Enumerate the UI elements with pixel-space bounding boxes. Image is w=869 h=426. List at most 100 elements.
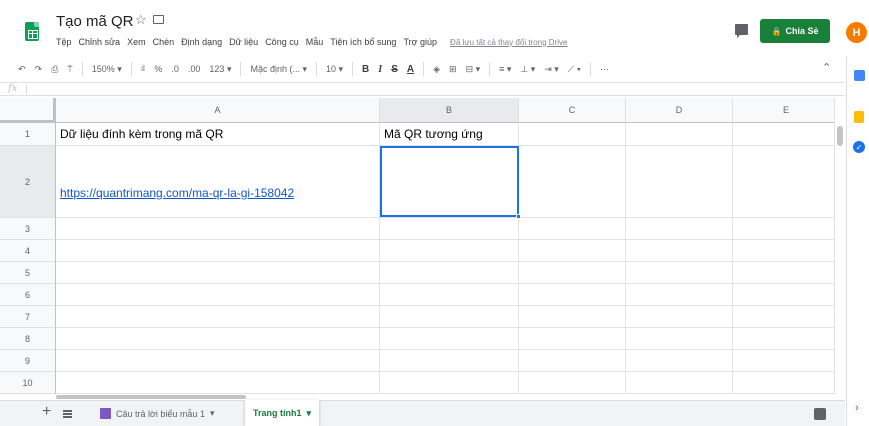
cell-row[interactable] xyxy=(733,328,834,350)
menu-file[interactable]: Tệp xyxy=(56,37,72,47)
column-header-c[interactable]: C xyxy=(519,98,626,123)
cell-row[interactable] xyxy=(626,306,733,328)
row-header-9[interactable]: 9 xyxy=(0,350,56,372)
cell-row[interactable] xyxy=(626,372,733,394)
sheet-tab-trang-tinh1[interactable]: Trang tính1 ▾ xyxy=(245,400,320,426)
cell-row[interactable] xyxy=(733,284,834,306)
cell-d2[interactable] xyxy=(626,146,733,218)
cell-row[interactable] xyxy=(519,372,626,394)
borders-icon[interactable]: ⊞ xyxy=(449,64,457,75)
avatar[interactable]: H xyxy=(846,22,867,43)
cell-row[interactable] xyxy=(519,218,626,240)
menu-view[interactable]: Xem xyxy=(127,37,146,47)
cell-row[interactable] xyxy=(519,284,626,306)
currency-format-button[interactable]: ₫ xyxy=(141,64,146,74)
cell-b1[interactable]: Mã QR tương ứng xyxy=(380,123,519,146)
cell-row[interactable] xyxy=(380,350,519,372)
share-button[interactable]: 🔒 Chia Sẻ xyxy=(760,19,830,43)
row-header-5[interactable]: 5 xyxy=(0,262,56,284)
column-header-b[interactable]: B xyxy=(380,98,519,123)
horizontal-align-icon[interactable]: ≡ ▾ xyxy=(499,64,511,75)
row-header-10[interactable]: 10 xyxy=(0,372,56,394)
cell-row[interactable] xyxy=(519,262,626,284)
vertical-scrollbar[interactable] xyxy=(834,98,845,394)
column-header-e[interactable]: E xyxy=(733,98,834,123)
column-header-a[interactable]: A xyxy=(56,98,380,123)
row-header-3[interactable]: 3 xyxy=(0,218,56,240)
cell-row[interactable] xyxy=(519,240,626,262)
zoom-select[interactable]: 150% ▾ xyxy=(92,64,122,75)
cell-a2-link[interactable]: https://quantrimang.com/ma-qr-la-gi-1580… xyxy=(56,146,380,218)
keep-icon[interactable] xyxy=(854,111,864,123)
cell-row[interactable] xyxy=(626,350,733,372)
cell-row[interactable] xyxy=(733,350,834,372)
cell-row[interactable] xyxy=(733,306,834,328)
horizontal-scroll-thumb[interactable] xyxy=(56,395,246,399)
font-size-select[interactable]: 10 ▾ xyxy=(326,64,343,75)
cell-row[interactable] xyxy=(56,262,380,284)
cell-row[interactable] xyxy=(626,262,733,284)
cell-row[interactable] xyxy=(380,284,519,306)
menu-insert[interactable]: Chèn xyxy=(153,37,175,47)
print-icon[interactable]: ⎙ xyxy=(51,64,58,75)
explore-icon[interactable] xyxy=(814,408,826,420)
cell-row[interactable] xyxy=(380,328,519,350)
row-header-8[interactable]: 8 xyxy=(0,328,56,350)
menu-data[interactable]: Dữ liệu xyxy=(229,37,258,47)
cell-row[interactable] xyxy=(380,218,519,240)
row-header-7[interactable]: 7 xyxy=(0,306,56,328)
cell-row[interactable] xyxy=(56,306,380,328)
vertical-align-icon[interactable]: ⊥ ▾ xyxy=(520,64,535,75)
text-color-button[interactable]: A xyxy=(407,64,414,75)
merge-cells-icon[interactable]: ⊟ ▾ xyxy=(466,64,481,75)
cell-c2[interactable] xyxy=(519,146,626,218)
bold-button[interactable]: B xyxy=(362,64,369,75)
cell-e2[interactable] xyxy=(733,146,834,218)
all-sheets-icon[interactable] xyxy=(63,410,72,418)
chevron-down-icon[interactable]: ▾ xyxy=(210,408,215,419)
row-header-2[interactable]: 2 xyxy=(0,146,56,218)
chevron-down-icon[interactable]: ▾ xyxy=(307,408,312,419)
row-header-4[interactable]: 4 xyxy=(0,240,56,262)
cell-row[interactable] xyxy=(519,306,626,328)
cell-a1[interactable]: Dữ liệu đính kèm trong mã QR xyxy=(56,123,380,146)
text-rotate-icon[interactable]: ⟋ ▾ xyxy=(568,64,581,75)
add-sheet-icon[interactable]: + xyxy=(42,403,51,421)
row-header-1[interactable]: 1 xyxy=(0,123,56,146)
cell-b2[interactable] xyxy=(380,146,519,218)
cell-row[interactable] xyxy=(380,372,519,394)
italic-button[interactable]: I xyxy=(378,64,382,75)
paint-format-icon[interactable]: ⍑ xyxy=(67,64,72,75)
select-all-corner[interactable] xyxy=(0,98,56,123)
fill-handle[interactable] xyxy=(516,214,521,219)
undo-icon[interactable]: ↶ xyxy=(18,64,26,75)
calendar-icon[interactable] xyxy=(854,70,865,81)
menu-edit[interactable]: Chỉnh sửa xyxy=(79,37,121,47)
menu-form[interactable]: Mẫu xyxy=(306,37,324,47)
cell-c1[interactable] xyxy=(519,123,626,146)
menu-addons[interactable]: Tiện ích bổ sung xyxy=(330,37,396,47)
document-title[interactable]: Tạo mã QR xyxy=(56,13,134,30)
cell-row[interactable] xyxy=(733,262,834,284)
expand-panel-icon[interactable]: › xyxy=(855,402,859,414)
move-folder-icon[interactable] xyxy=(153,15,164,24)
cell-row[interactable] xyxy=(56,218,380,240)
text-wrap-icon[interactable]: ⇥ ▾ xyxy=(544,64,559,75)
strikethrough-button[interactable]: S xyxy=(391,64,398,75)
cell-d1[interactable] xyxy=(626,123,733,146)
fill-color-icon[interactable]: ◈ xyxy=(433,64,440,75)
spreadsheet-grid[interactable]: A B C D E 1 2 3 4 5 6 7 8 9 10 Dữ liệu đ… xyxy=(0,98,834,394)
increase-decimal-button[interactable]: .00 xyxy=(188,64,201,74)
cell-row[interactable] xyxy=(519,328,626,350)
save-status[interactable]: Đã lưu tất cả thay đổi trong Drive xyxy=(450,38,567,47)
decrease-decimal-button[interactable]: .0 xyxy=(171,64,179,74)
vertical-scroll-thumb[interactable] xyxy=(837,126,843,146)
percent-format-button[interactable]: % xyxy=(154,64,162,74)
cell-row[interactable] xyxy=(626,328,733,350)
cell-row[interactable] xyxy=(519,350,626,372)
cell-row[interactable] xyxy=(733,218,834,240)
menu-tools[interactable]: Công cụ xyxy=(265,37,299,47)
cell-row[interactable] xyxy=(380,240,519,262)
tasks-icon[interactable]: ✓ xyxy=(853,141,865,153)
cell-row[interactable] xyxy=(380,262,519,284)
